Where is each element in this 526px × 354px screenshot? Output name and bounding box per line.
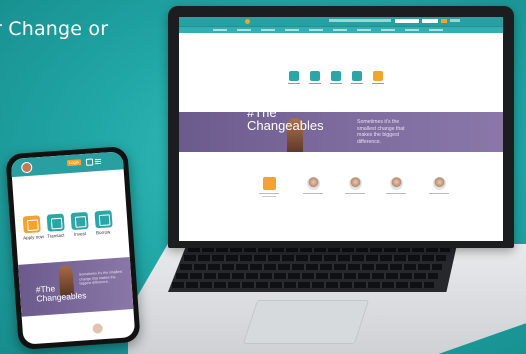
phone: Login Apply now Transact Invest Borrow #… (5, 145, 141, 351)
nav-item[interactable] (381, 29, 395, 31)
tile-label: Apply now (23, 234, 45, 241)
laptop-lid: #The Changeables Sometimes it's the smal… (168, 6, 514, 248)
quick-tile[interactable] (331, 71, 341, 81)
tile-apply-now[interactable] (22, 215, 41, 234)
key-row (180, 264, 442, 270)
key-row (176, 273, 438, 279)
laptop-trackpad (242, 300, 370, 344)
quick-tile[interactable] (373, 71, 383, 81)
hero-subtitle: Sometimes it's the smallest change that … (78, 269, 123, 286)
avatar[interactable] (20, 161, 33, 174)
quick-action-tiles (279, 71, 389, 91)
hero-title-line2: Changeables (247, 118, 324, 133)
card-caption (429, 193, 449, 194)
nav-item[interactable] (309, 29, 323, 31)
key-row (184, 255, 446, 261)
phone-hero-banner: #The Changeables Sometimes it's the smal… (18, 257, 134, 317)
tile-label (309, 83, 321, 84)
key-row (172, 282, 434, 288)
tile-transact[interactable] (46, 213, 65, 232)
tile-borrow[interactable] (94, 210, 113, 229)
hero-title-line2: Changeables (36, 290, 87, 304)
hero-subtitle: Sometimes it's the smallest change that … (357, 119, 405, 145)
card-caption (262, 196, 276, 197)
tile-label (330, 83, 342, 84)
search-icon[interactable] (85, 158, 94, 166)
feature-card-photo[interactable] (92, 323, 104, 334)
nav-item[interactable] (357, 29, 371, 31)
tile-label (288, 83, 300, 84)
nav-item[interactable] (405, 29, 419, 31)
feature-card[interactable] (307, 177, 320, 190)
borrow-icon (98, 214, 111, 227)
logo-icon[interactable] (245, 19, 250, 24)
tile-label (351, 83, 363, 84)
feature-card[interactable] (390, 177, 403, 190)
nav-item[interactable] (333, 29, 347, 31)
nav-item[interactable] (261, 29, 275, 31)
invest-icon (74, 216, 87, 228)
site-nav (179, 26, 503, 33)
card-caption (303, 193, 323, 194)
feature-card[interactable] (433, 177, 446, 190)
tile-invest[interactable] (70, 211, 89, 231)
card-caption (259, 193, 279, 194)
phone-quick-tiles: Apply now Transact Invest Borrow (22, 209, 125, 242)
carousel-dots[interactable] (329, 148, 341, 166)
header-button[interactable] (441, 19, 447, 23)
nav-item[interactable] (429, 29, 443, 31)
card-caption (345, 193, 365, 194)
phone-screen: Login Apply now Transact Invest Borrow #… (10, 151, 136, 345)
site-header (179, 17, 503, 26)
nav-item[interactable] (213, 29, 227, 31)
apply-icon (26, 219, 39, 232)
transact-icon (50, 217, 63, 230)
secondary-input[interactable] (422, 19, 438, 23)
headline-text: r Change or (0, 18, 109, 40)
quick-tile[interactable] (289, 71, 299, 81)
laptop-screen: #The Changeables Sometimes it's the smal… (179, 17, 503, 241)
search-input[interactable] (395, 19, 419, 23)
quick-tile[interactable] (310, 71, 320, 81)
feature-card[interactable] (263, 177, 276, 190)
hero-title: #The Changeables (247, 106, 324, 132)
menu-icon[interactable] (94, 158, 101, 161)
nav-item[interactable] (237, 29, 251, 31)
login-button[interactable]: Login (66, 159, 82, 167)
nav-item[interactable] (285, 29, 299, 31)
tile-label: Borrow (95, 229, 111, 236)
quick-tile[interactable] (352, 71, 362, 81)
top-links[interactable] (329, 19, 391, 22)
feature-cards (241, 177, 461, 207)
header-end-links[interactable] (450, 19, 460, 22)
tile-label (372, 83, 384, 84)
hero-banner: #The Changeables Sometimes it's the smal… (179, 106, 503, 161)
tile-label: Transact (46, 232, 65, 239)
tile-label: Invest (73, 231, 87, 237)
feature-card[interactable] (349, 177, 362, 190)
phone-header: Login (10, 151, 124, 178)
card-caption (386, 193, 406, 194)
